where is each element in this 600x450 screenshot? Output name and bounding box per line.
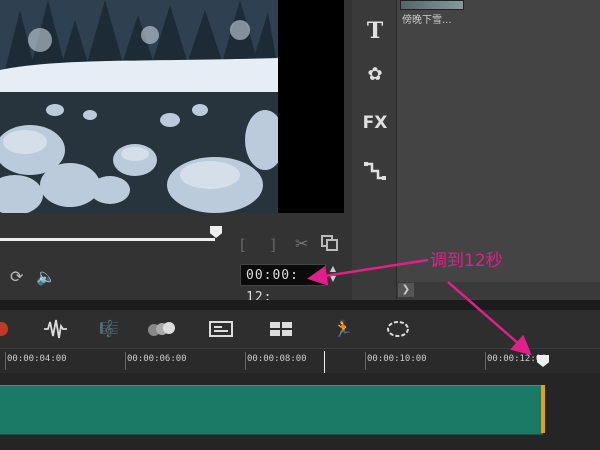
arrow-to-timecode: [307, 258, 429, 286]
annotation-arrows: [307, 258, 532, 356]
arrow-to-marker: [447, 281, 532, 356]
